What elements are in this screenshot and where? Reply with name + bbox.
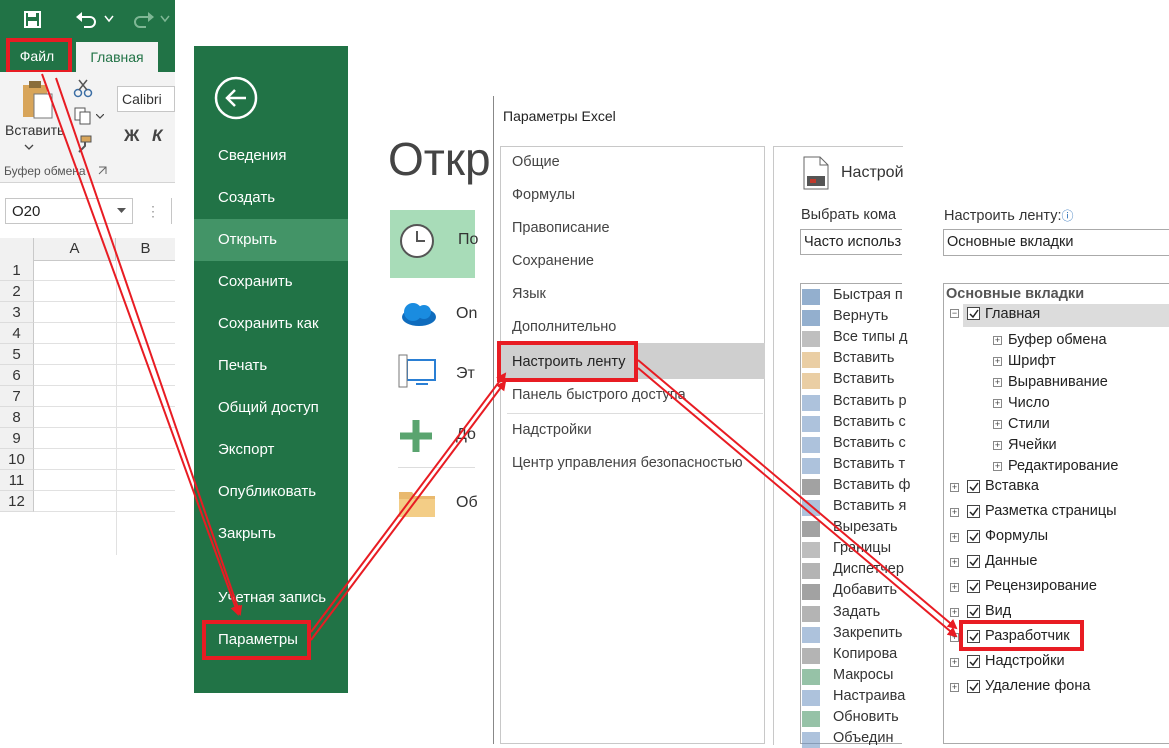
- arrow-options-to-ribbon-2: [310, 372, 507, 633]
- arrow-ribbon-to-developer: [637, 359, 958, 630]
- annotation-arrows: [41, 73, 958, 641]
- arrow-file-to-options-2: [55, 77, 243, 616]
- arrow-file-to-options: [41, 73, 240, 616]
- arrow-options-to-ribbon: [310, 380, 507, 641]
- arrow-ribbon-to-developer-2: [637, 367, 958, 638]
